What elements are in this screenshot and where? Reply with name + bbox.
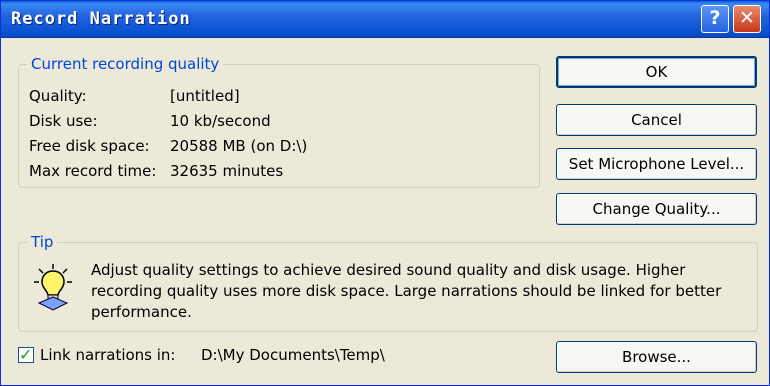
- record-narration-dialog: Record Narration ? ✕ Current recording q…: [0, 0, 770, 386]
- tip-text: Adjust quality settings to achieve desir…: [91, 261, 722, 321]
- checkmark-icon: ✓: [19, 345, 33, 364]
- max-record-time-value: 32635 minutes: [170, 162, 284, 180]
- current-recording-quality-group: Current recording quality Quality: [unti…: [18, 55, 540, 188]
- window-title: Record Narration: [11, 9, 191, 29]
- quality-label: Quality:: [29, 87, 87, 105]
- free-disk-space-label: Free disk space:: [29, 137, 150, 155]
- disk-use-label: Disk use:: [29, 112, 98, 130]
- help-button[interactable]: ?: [701, 5, 729, 33]
- group-label-quality: Current recording quality: [27, 55, 224, 73]
- close-button[interactable]: ✕: [733, 5, 761, 33]
- disk-use-value: 10 kb/second: [170, 112, 271, 130]
- link-narrations-checkbox[interactable]: ✓: [18, 345, 34, 364]
- cancel-button[interactable]: Cancel: [556, 104, 757, 136]
- link-path: D:\My Documents\Temp\: [201, 346, 385, 364]
- free-disk-space-value: 20588 MB (on D:\): [170, 137, 308, 155]
- change-quality-button[interactable]: Change Quality...: [556, 193, 757, 225]
- tip-group: Tip Adjust quality settings to achieve d…: [18, 233, 758, 332]
- close-icon: ✕: [739, 7, 755, 29]
- lightbulb-icon: [34, 264, 72, 311]
- link-narrations-label[interactable]: Link narrations in:: [40, 346, 176, 364]
- ok-button[interactable]: OK: [556, 56, 757, 88]
- quality-value: [untitled]: [170, 87, 240, 105]
- title-bar[interactable]: Record Narration ? ✕: [1, 1, 769, 38]
- help-icon: ?: [709, 7, 721, 29]
- group-label-tip: Tip: [27, 233, 58, 251]
- max-record-time-label: Max record time:: [29, 162, 157, 180]
- browse-button[interactable]: Browse...: [556, 341, 757, 373]
- set-microphone-level-button[interactable]: Set Microphone Level...: [556, 148, 757, 180]
